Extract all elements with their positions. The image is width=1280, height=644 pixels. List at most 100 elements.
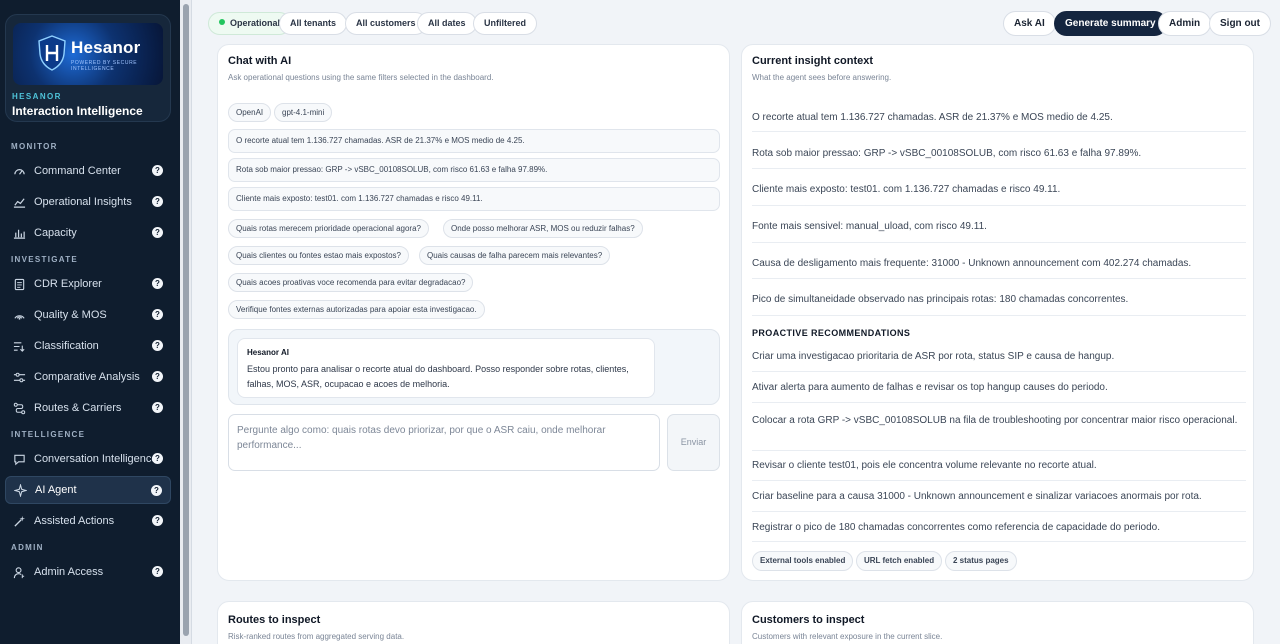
routes-subtitle: Risk-ranked routes from aggregated servi… (228, 632, 405, 641)
chat-input-wrapper (228, 414, 660, 471)
filter-list-icon (13, 340, 26, 353)
message-author: Hesanor AI (247, 348, 289, 357)
help-icon[interactable]: ? (152, 278, 163, 289)
status-dot-icon (219, 19, 225, 25)
divider (752, 315, 1246, 316)
admin-button[interactable]: Admin (1158, 11, 1212, 36)
recommendation-item: Revisar o cliente test01, pois ele conce… (752, 460, 1097, 471)
help-icon[interactable]: ? (152, 566, 163, 577)
suggestion-chip[interactable]: Quais acoes proativas voce recomenda par… (228, 273, 474, 292)
insight-context-panel: Current insight context What the agent s… (741, 44, 1254, 581)
route-icon (13, 402, 26, 415)
chat-panel: Chat with AI Ask operational questions u… (217, 44, 730, 581)
sidebar-item-command-center[interactable]: Command Center ? (5, 157, 171, 185)
filter-scope[interactable]: Unfiltered (473, 12, 538, 35)
sliders-icon (13, 371, 26, 384)
suggestion-chip[interactable]: Onde posso melhorar ASR, MOS ou reduzir … (443, 219, 643, 238)
context-line: Cliente mais exposto: test01. com 1.136.… (228, 187, 720, 211)
send-button[interactable]: Enviar (667, 414, 720, 471)
sidebar-item-label: AI Agent (35, 484, 77, 496)
sidebar-item-label: Routes & Carriers (34, 402, 122, 414)
generate-summary-button[interactable]: Generate summary (1054, 11, 1167, 36)
signal-icon (13, 309, 26, 322)
brand-title: Interaction Intelligence (12, 104, 143, 118)
sidebar-item-routes-carriers[interactable]: Routes & Carriers ? (5, 394, 171, 422)
sidebar-item-label: Comparative Analysis (34, 371, 140, 383)
sidebar-item-label: Command Center (34, 165, 121, 177)
sidebar-item-conversation-intelligence[interactable]: Conversation Intelligence ? (5, 445, 171, 473)
divider (752, 480, 1246, 481)
top-bar: Operational All tenants All customers Al… (192, 0, 1280, 44)
divider (752, 168, 1246, 169)
wand-icon (13, 515, 26, 528)
filter-dates[interactable]: All dates (417, 12, 477, 35)
model-chip[interactable]: gpt-4.1-mini (274, 103, 333, 122)
customers-subtitle: Customers with relevant exposure in the … (752, 632, 943, 641)
status-label: Operational (230, 18, 281, 28)
suggestion-chip[interactable]: Quais rotas merecem prioridade operacion… (228, 219, 429, 238)
routes-title: Routes to inspect (228, 614, 321, 626)
chat-title: Chat with AI (228, 55, 292, 67)
filter-tenants[interactable]: All tenants (279, 12, 348, 35)
brand-card: Hesanor POWERED BY SECURE INTELLIGENCE H… (5, 14, 171, 122)
insight-fact: Pico de simultaneidade observado nas pri… (752, 294, 1129, 305)
bar-chart-icon (13, 227, 26, 240)
scrollbar-thumb[interactable] (183, 4, 189, 636)
sidebar-item-classification[interactable]: Classification ? (5, 332, 171, 360)
help-icon[interactable]: ? (152, 402, 163, 413)
ask-ai-button[interactable]: Ask AI (1003, 11, 1056, 36)
help-icon[interactable]: ? (152, 227, 163, 238)
sidebar-item-label: Operational Insights (34, 196, 132, 208)
divider (752, 450, 1246, 451)
help-icon[interactable]: ? (151, 485, 162, 496)
context-line: Rota sob maior pressao: GRP -> vSBC_0010… (228, 158, 720, 182)
nav-section-investigate: INVESTIGATE (11, 255, 79, 264)
help-icon[interactable]: ? (152, 309, 163, 320)
sidebar-item-assisted-actions[interactable]: Assisted Actions ? (5, 507, 171, 535)
url-fetch-badge: URL fetch enabled (856, 551, 943, 571)
divider (752, 242, 1246, 243)
insight-title: Current insight context (752, 55, 874, 67)
divider (752, 278, 1246, 279)
sidebar-item-quality-mos[interactable]: Quality & MOS ? (5, 301, 171, 329)
brand-kicker: HESANOR (12, 92, 62, 101)
sidebar-item-cdr-explorer[interactable]: CDR Explorer ? (5, 270, 171, 298)
recommendation-item: Criar uma investigacao prioritaria de AS… (752, 351, 1115, 362)
gauge-icon (13, 165, 26, 178)
user-key-icon (13, 566, 26, 579)
divider (752, 402, 1246, 403)
logo-wordmark: Hesanor (71, 38, 141, 57)
help-icon[interactable]: ? (152, 196, 163, 207)
nav-section-admin: ADMIN (11, 543, 44, 552)
sign-out-button[interactable]: Sign out (1209, 11, 1271, 36)
insight-fact: Cliente mais exposto: test01. com 1.136.… (752, 184, 1061, 195)
sidebar-item-ai-agent[interactable]: AI Agent ? (5, 476, 171, 504)
sidebar-item-admin-access[interactable]: Admin Access ? (5, 558, 171, 586)
chat-input[interactable] (229, 415, 659, 470)
routes-panel: Routes to inspect Risk-ranked routes fro… (217, 601, 730, 644)
sidebar-item-label: Quality & MOS (34, 309, 107, 321)
help-icon[interactable]: ? (152, 515, 163, 526)
help-icon[interactable]: ? (152, 371, 163, 382)
sidebar-scrollbar[interactable] (180, 0, 192, 644)
suggestion-chip[interactable]: Quais clientes ou fontes estao mais expo… (228, 246, 409, 265)
sidebar-item-label: CDR Explorer (34, 278, 102, 290)
insight-fact: O recorte atual tem 1.136.727 chamadas. … (752, 112, 1113, 123)
recommendation-item: Registrar o pico de 180 chamadas concorr… (752, 522, 1161, 533)
suggestion-chip[interactable]: Verifique fontes externas autorizadas pa… (228, 300, 485, 319)
suggestion-chip[interactable]: Quais causas de falha parecem mais relev… (419, 246, 611, 265)
brand-logo: Hesanor POWERED BY SECURE INTELLIGENCE (13, 23, 163, 85)
sidebar-item-comparative-analysis[interactable]: Comparative Analysis ? (5, 363, 171, 391)
provider-chip[interactable]: OpenAI (228, 103, 272, 122)
help-icon[interactable]: ? (152, 340, 163, 351)
filter-customers[interactable]: All customers (345, 12, 427, 35)
sidebar-item-capacity[interactable]: Capacity ? (5, 219, 171, 247)
recommendation-item: Ativar alerta para aumento de falhas e r… (752, 382, 1108, 393)
sidebar: Hesanor POWERED BY SECURE INTELLIGENCE H… (0, 0, 180, 644)
trend-line-icon (13, 196, 26, 209)
help-icon[interactable]: ? (152, 165, 163, 176)
sidebar-item-operational-insights[interactable]: Operational Insights ? (5, 188, 171, 216)
insight-fact: Rota sob maior pressao: GRP -> vSBC_0010… (752, 148, 1142, 159)
message-text: Estou pronto para analisar o recorte atu… (247, 364, 629, 389)
help-icon[interactable]: ? (152, 453, 163, 464)
